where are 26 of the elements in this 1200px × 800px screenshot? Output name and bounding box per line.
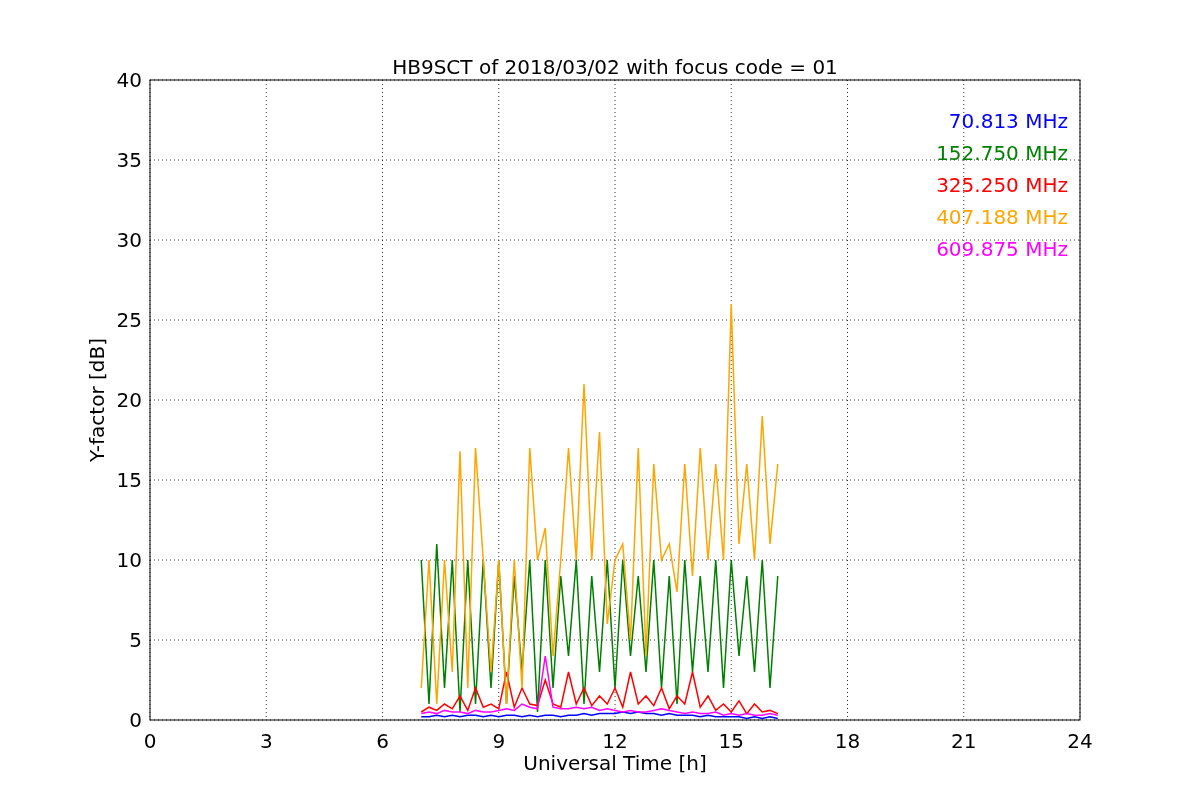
tick-label: 6: [376, 729, 389, 753]
tick-label: 20: [116, 388, 142, 412]
tick-label: 15: [718, 729, 744, 753]
tick-label: 25: [116, 308, 142, 332]
legend-label: 152.750 MHz: [936, 141, 1068, 165]
chart-title: HB9SCT of 2018/03/02 with focus code = 01: [392, 55, 838, 79]
legend-label: 70.813 MHz: [948, 109, 1068, 133]
tick-label: 15: [116, 468, 142, 492]
tick-label: 10: [116, 548, 142, 572]
tick-label: 18: [834, 729, 861, 753]
legend-label: 609.875 MHz: [936, 237, 1068, 261]
tick-label: 0: [143, 729, 157, 753]
tick-label: 40: [116, 68, 142, 92]
tick-label: 3: [259, 729, 273, 753]
legend-label: 325.250 MHz: [936, 173, 1068, 197]
tick-label: 0: [129, 708, 142, 732]
axis-label: Y-factor [dB]: [85, 338, 109, 462]
tick-label: 30: [116, 228, 142, 252]
tick-label: 24: [1067, 729, 1093, 753]
tick-label: 21: [951, 729, 977, 753]
axis-label: Universal Time [h]: [523, 751, 707, 775]
legend-label: 407.188 MHz: [936, 205, 1068, 229]
tick-label: 9: [492, 729, 506, 753]
tick-label: 35: [116, 148, 142, 172]
tick-label: 5: [129, 628, 142, 652]
tick-label: 12: [602, 729, 628, 753]
